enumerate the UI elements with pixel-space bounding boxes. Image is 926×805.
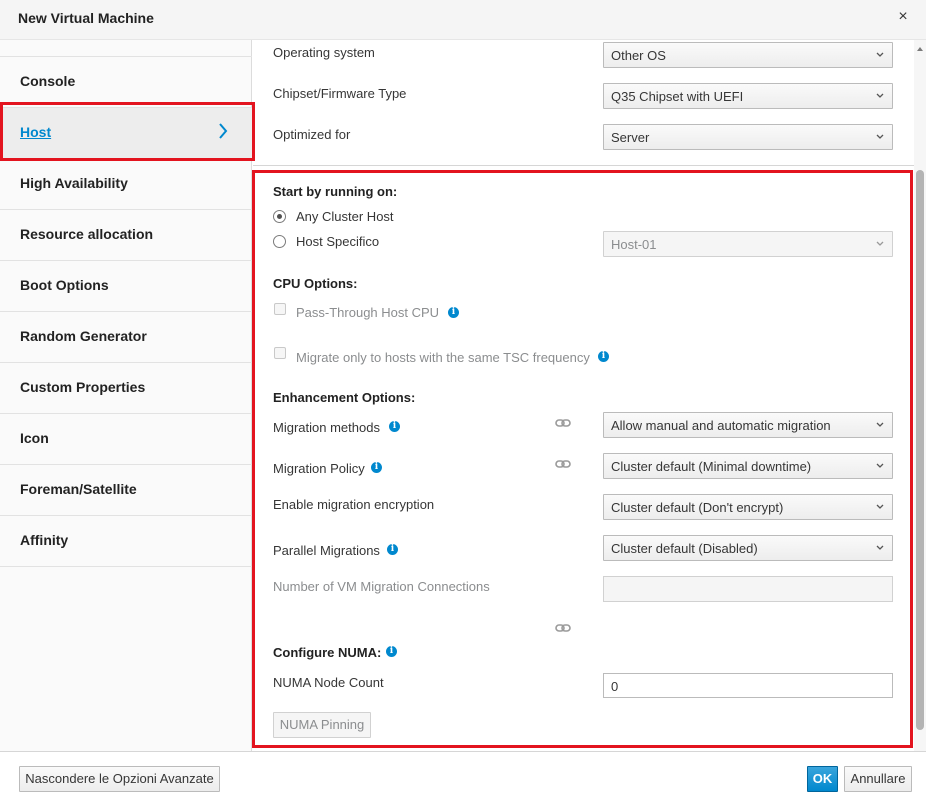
sidebar-item-label: High Availability [20,175,128,191]
parallel-migrations-label: Parallel Migrations [273,543,380,558]
sidebar-item-label: Console [20,73,76,89]
migration-methods-label: Migration methods [273,420,380,435]
host-specific-label: Host Specifico [296,234,380,249]
migration-encryption-select[interactable]: Cluster default (Don't encrypt) [603,494,893,520]
optimized-select[interactable]: Server [603,124,893,150]
chevron-down-icon [876,463,884,468]
host-select-value: Host-01 [611,237,657,252]
migration-encryption-value: Cluster default (Don't encrypt) [611,500,784,515]
link-icon [555,460,571,468]
chevron-right-icon [219,123,228,139]
info-icon[interactable]: i [598,351,609,362]
numa-node-count-input[interactable]: 0 [603,673,893,698]
chipset-label: Chipset/Firmware Type [273,86,407,101]
cpu-options-heading: CPU Options: [273,276,358,291]
link-icon [555,624,571,632]
link-icon [555,419,571,427]
sidebar-item-label: Host [20,124,52,140]
numa-node-count-value: 0 [611,679,619,694]
optimized-label: Optimized for [273,127,351,142]
chevron-down-icon [876,93,884,98]
migration-policy-select[interactable]: Cluster default (Minimal downtime) [603,453,893,479]
migration-policy-label: Migration Policy [273,461,365,476]
numa-node-count-label: NUMA Node Count [273,675,384,690]
sidebar-item-affinity[interactable]: Affinity [0,516,252,567]
passthrough-cpu-checkbox[interactable] [274,303,286,315]
info-icon[interactable]: i [387,544,398,555]
ok-button[interactable]: OK [807,766,838,792]
info-icon[interactable]: i [448,307,459,318]
sidebar-item-custom-properties[interactable]: Custom Properties [0,363,252,414]
any-cluster-host-radio[interactable] [273,210,286,223]
chevron-down-icon [876,52,884,57]
sidebar-item-label: Affinity [20,532,69,548]
info-icon[interactable]: i [389,421,400,432]
sidebar-item-label: Foreman/Satellite [20,481,137,497]
migrate-tsc-label: Migrate only to hosts with the same TSC … [296,350,590,365]
start-running-heading: Start by running on: [273,184,398,199]
configure-numa-heading: Configure NUMA: [273,645,382,660]
chevron-down-icon [876,504,884,509]
enhancement-options-heading: Enhancement Options: [273,390,416,405]
info-icon[interactable]: i [371,462,382,473]
vm-migration-connections-input [603,576,893,602]
host-specific-radio[interactable] [273,235,286,248]
sidebar-item-host[interactable]: Host [0,108,252,159]
numa-pinning-button[interactable]: NUMA Pinning [273,712,371,738]
os-select[interactable]: Other OS [603,42,893,68]
passthrough-cpu-label: Pass-Through Host CPU [296,305,440,320]
sidebar-item-random-generator[interactable]: Random Generator [0,312,252,363]
parallel-migrations-value: Cluster default (Disabled) [611,541,758,556]
cancel-button[interactable]: Annullare [844,766,912,792]
sidebar-item-high-availability[interactable]: High Availability [0,159,252,210]
sidebar-item-console[interactable]: Console [0,57,252,108]
hide-advanced-options-button[interactable]: Nascondere le Opzioni Avanzate [19,766,220,792]
os-value: Other OS [611,48,666,63]
chevron-down-icon [876,545,884,550]
sidebar-item-label: Random Generator [20,328,147,344]
info-icon[interactable]: i [386,646,397,657]
sidebar-item-icon[interactable]: Icon [0,414,252,465]
parallel-migrations-select[interactable]: Cluster default (Disabled) [603,535,893,561]
os-label: Operating system [273,45,375,60]
migration-policy-value: Cluster default (Minimal downtime) [611,459,812,474]
any-cluster-host-label: Any Cluster Host [296,209,394,224]
dialog-title: New Virtual Machine [18,10,154,26]
sidebar-item-boot-options[interactable]: Boot Options [0,261,252,312]
sidebar-item-label: Custom Properties [20,379,146,395]
scroll-up-icon[interactable] [914,44,926,54]
vm-migration-connections-label: Number of VM Migration Connections [273,579,490,594]
sidebar-item-label: Resource allocation [20,226,154,242]
sidebar-item-foreman-satellite[interactable]: Foreman/Satellite [0,465,252,516]
chevron-down-icon [876,134,884,139]
scrollbar-thumb[interactable] [916,170,924,730]
chipset-value: Q35 Chipset with UEFI [611,89,744,104]
sidebar-item-label: Icon [20,430,49,446]
chevron-down-icon [876,241,884,246]
sidebar-item-label: Boot Options [20,277,109,293]
chevron-down-icon [876,422,884,427]
host-select: Host-01 [603,231,893,257]
migration-methods-select[interactable]: Allow manual and automatic migration [603,412,893,438]
migration-methods-value: Allow manual and automatic migration [611,418,831,433]
migration-encryption-label: Enable migration encryption [273,497,435,512]
chipset-select[interactable]: Q35 Chipset with UEFI [603,83,893,109]
migrate-tsc-checkbox[interactable] [274,347,286,359]
section-divider [253,165,926,166]
sidebar-item-resource-allocation[interactable]: Resource allocation [0,210,252,261]
optimized-value: Server [611,130,650,145]
close-icon[interactable]: × [896,8,910,28]
